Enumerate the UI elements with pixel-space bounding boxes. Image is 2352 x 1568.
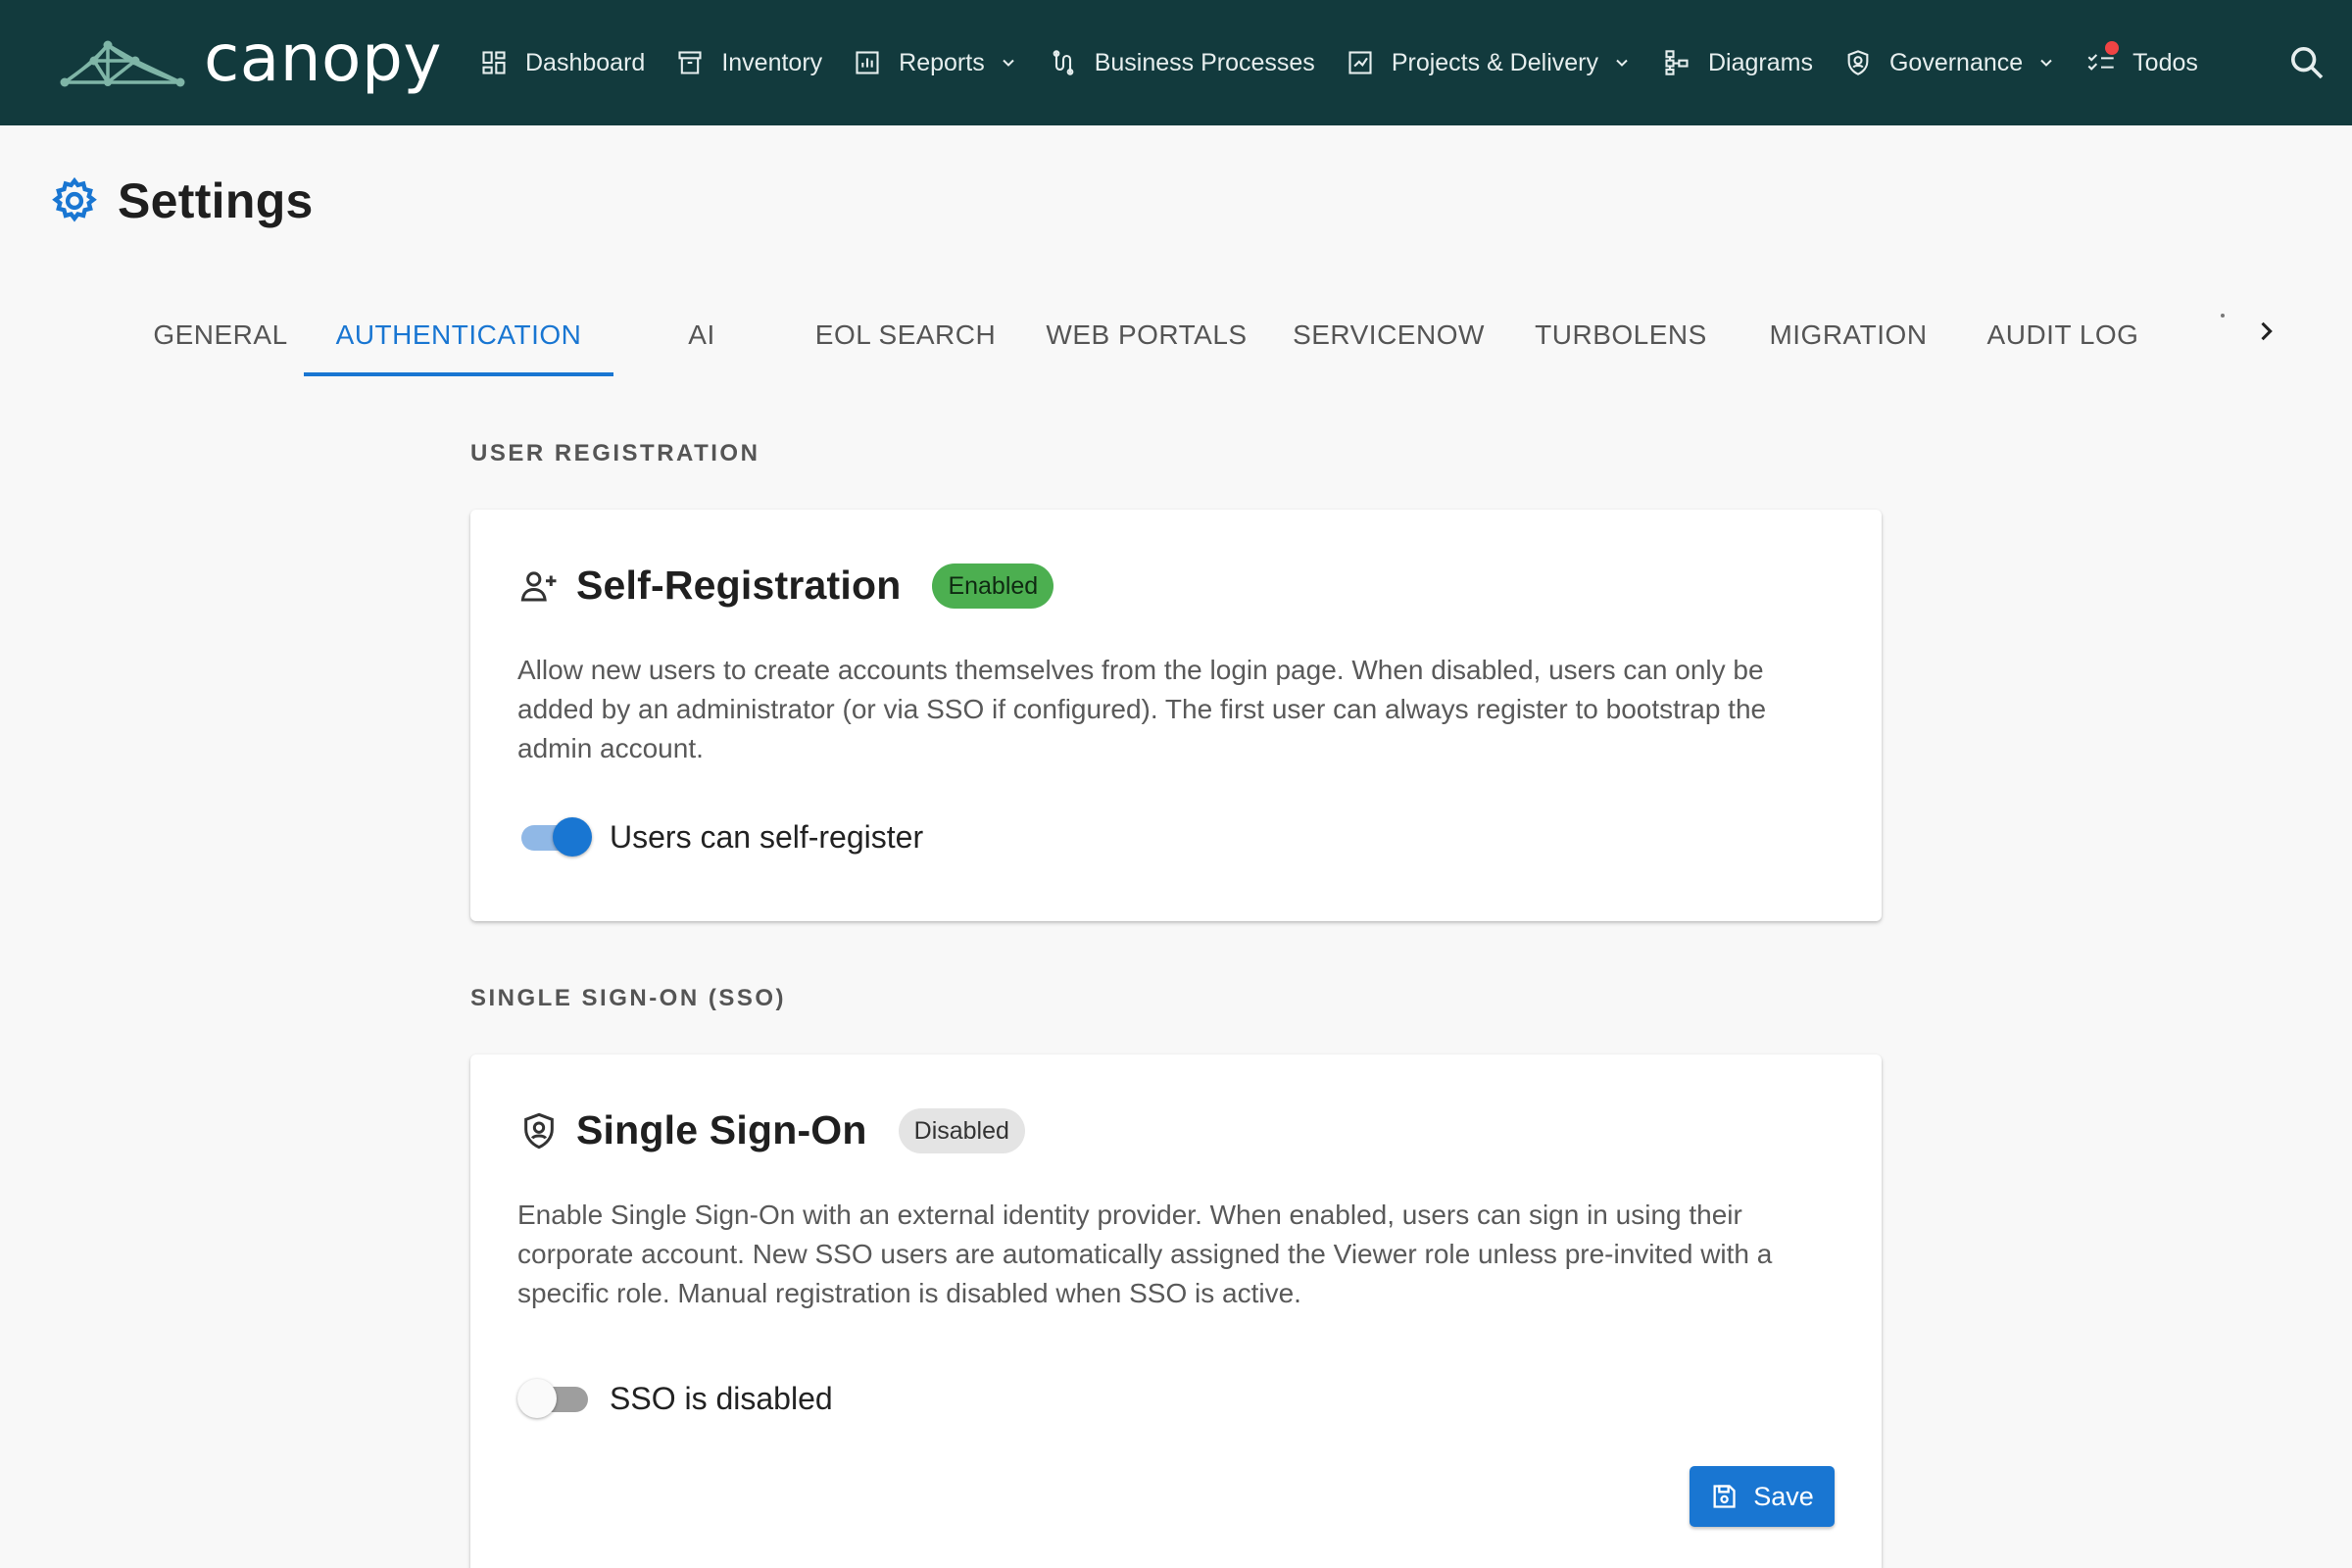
business-processes-icon — [1048, 47, 1079, 78]
tab-eol-search[interactable]: EOL SEARCH — [790, 294, 1021, 376]
nav-reports[interactable]: Reports — [852, 33, 1018, 92]
tab-authentication[interactable]: AUTHENTICATION — [304, 294, 613, 376]
chevron-right-icon — [2261, 321, 2273, 341]
tab-servicenow[interactable]: SERVICENOW — [1272, 294, 1505, 376]
notification-dot — [2105, 41, 2120, 55]
projects-icon — [1345, 47, 1376, 78]
nav-inventory-label: Inventory — [721, 48, 823, 76]
nav-diagrams[interactable]: Diagrams — [1661, 33, 1813, 92]
self-register-toggle-row[interactable]: Users can self-register — [517, 815, 923, 858]
nav-dashboard[interactable]: Dashboard — [478, 33, 645, 92]
status-badge-disabled: Disabled — [898, 1107, 1025, 1153]
self-registration-header: Self-Registration Enabled — [517, 563, 1054, 609]
search-icon[interactable] — [2287, 43, 2327, 82]
section-label-user-registration: USER REGISTRATION — [470, 440, 760, 466]
person-add-icon — [517, 564, 561, 608]
diagrams-icon — [1661, 47, 1692, 78]
save-button[interactable]: Save — [1690, 1466, 1835, 1527]
sso-card: Single Sign-On Disabled Enable Single Si… — [470, 1054, 1882, 1568]
self-registration-description: Allow new users to create accounts thems… — [517, 655, 1767, 763]
tab-general[interactable]: GENERAL — [137, 294, 304, 376]
self-register-switch[interactable] — [517, 815, 592, 858]
chevron-down-icon — [1002, 59, 1014, 67]
tab-ai[interactable]: AI — [613, 294, 790, 376]
save-icon — [1713, 1485, 1736, 1508]
sso-toggle-row[interactable]: SSO is disabled — [517, 1377, 833, 1420]
todos-icon — [2085, 41, 2120, 78]
nav-dashboard-label: Dashboard — [525, 48, 646, 76]
hidden-tab-fragment — [2221, 314, 2225, 318]
reports-icon — [852, 47, 883, 78]
nav-inventory[interactable]: Inventory — [674, 33, 822, 92]
self-registration-card: Self-Registration Enabled Allow new user… — [470, 510, 1882, 921]
nav-todos[interactable]: Todos — [2085, 33, 2198, 92]
nav-business-processes[interactable]: Business Processes — [1048, 33, 1315, 92]
nav-governance[interactable]: Governance — [1842, 33, 2056, 92]
section-label-sso: SINGLE SIGN-ON (SSO) — [470, 985, 787, 1011]
status-badge-enabled: Enabled — [932, 563, 1054, 609]
gear-icon — [52, 176, 97, 222]
governance-icon — [1842, 47, 1874, 78]
main-nav: Dashboard Inventory Reports Business Pro… — [478, 0, 2228, 125]
settings-tabs: GENERAL AUTHENTICATION AI EOL SEARCH WEB… — [137, 294, 2166, 376]
nav-projects-delivery-label: Projects & Delivery — [1391, 48, 1598, 76]
top-navigation-bar: canopy Dashboard Inventory Reports Busin… — [0, 0, 2352, 125]
self-register-toggle-label: Users can self-register — [610, 818, 924, 855]
page-title: Settings — [118, 173, 314, 228]
tabs-scroll-next[interactable] — [2244, 310, 2287, 353]
sso-switch[interactable] — [517, 1377, 592, 1420]
inventory-icon — [674, 47, 706, 78]
dashboard-icon — [478, 47, 510, 78]
nav-reports-label: Reports — [899, 48, 985, 76]
sso-header: Single Sign-On Disabled — [517, 1107, 1025, 1153]
chevron-down-icon — [1616, 59, 1628, 67]
sso-toggle-label: SSO is disabled — [610, 1380, 833, 1416]
save-button-label: Save — [1753, 1481, 1814, 1511]
nav-projects-delivery[interactable]: Projects & Delivery — [1345, 33, 1632, 92]
tab-turbolens[interactable]: TURBOLENS — [1505, 294, 1737, 376]
canopy-logo-icon — [60, 40, 185, 87]
switch-thumb — [517, 1379, 557, 1418]
tab-audit-log[interactable]: AUDIT LOG — [1960, 294, 2166, 376]
nav-todos-label: Todos — [2132, 48, 2198, 76]
self-registration-title: Self-Registration — [576, 563, 902, 608]
shield-icon — [517, 1109, 561, 1152]
nav-governance-label: Governance — [1888, 48, 2024, 76]
sso-title: Single Sign-On — [576, 1107, 867, 1152]
page-header: Settings — [49, 172, 314, 229]
nav-business-processes-label: Business Processes — [1094, 48, 1315, 76]
tab-migration[interactable]: MIGRATION — [1737, 294, 1960, 376]
sso-description: Enable Single Sign-On with an external i… — [517, 1200, 1773, 1308]
chevron-down-icon — [2040, 59, 2052, 67]
switch-thumb — [553, 817, 592, 857]
nav-diagrams-label: Diagrams — [1707, 48, 1813, 76]
app-name: canopy — [204, 21, 442, 96]
canopy-logo[interactable]: canopy — [59, 21, 442, 98]
tab-web-portals[interactable]: WEB PORTALS — [1021, 294, 1272, 376]
